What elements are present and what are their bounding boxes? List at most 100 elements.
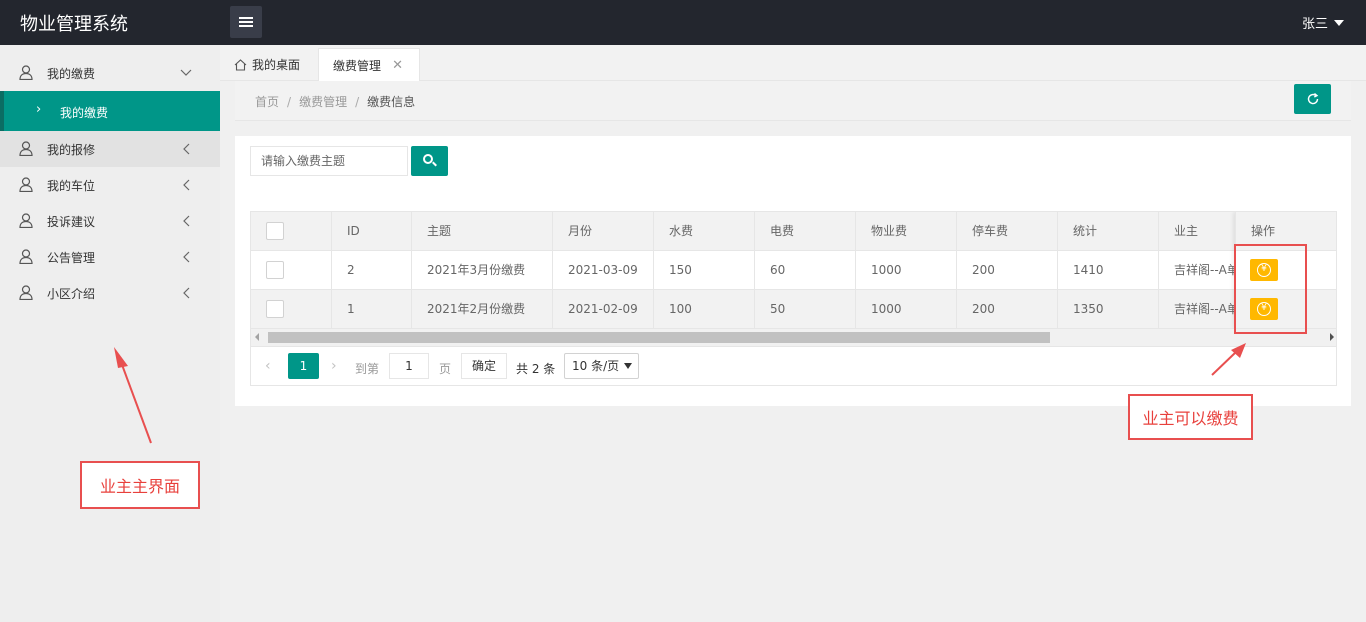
chevron-left-icon bbox=[183, 251, 190, 263]
scroll-left-icon[interactable] bbox=[255, 333, 259, 341]
column-header[interactable]: 水费 bbox=[654, 212, 755, 250]
cell-subject: 2021年2月份缴费 bbox=[412, 290, 553, 328]
current-page-button[interactable]: 1 bbox=[288, 353, 319, 379]
select-all-checkbox[interactable] bbox=[266, 222, 284, 240]
goto-page-input[interactable] bbox=[389, 353, 429, 379]
chevron-left-icon bbox=[183, 179, 190, 191]
breadcrumb-bar: 首页 / 缴费管理 / 缴费信息 bbox=[235, 81, 1351, 121]
chevron-left-icon bbox=[183, 287, 190, 299]
user-icon bbox=[19, 213, 33, 228]
confirm-button[interactable]: 确定 bbox=[461, 353, 507, 379]
table-header-row: ID 主题 月份 水费 电费 物业费 停车费 统计 业主 bbox=[251, 212, 1336, 251]
sidebar-item-repair[interactable]: 我的报修 bbox=[0, 131, 220, 167]
search-input[interactable] bbox=[250, 146, 408, 176]
user-icon bbox=[19, 177, 33, 192]
sidebar-subitem-my-payment[interactable]: › 我的缴费 bbox=[0, 91, 220, 131]
annotation-highlight-box bbox=[1234, 244, 1307, 334]
tab-bar: 我的桌面 缴费管理 ✕ bbox=[220, 45, 1366, 81]
annotation-can-pay: 业主可以缴费 bbox=[1128, 394, 1253, 440]
dropdown-arrow-icon bbox=[624, 363, 632, 369]
breadcrumb-item[interactable]: 缴费管理 bbox=[299, 95, 347, 109]
page-unit-label: 页 bbox=[439, 362, 452, 376]
column-header[interactable]: 月份 bbox=[553, 212, 654, 250]
sidebar-item-my-payment[interactable]: 我的缴费 bbox=[0, 55, 220, 91]
column-header[interactable]: 物业费 bbox=[856, 212, 957, 250]
user-menu[interactable]: 张三 bbox=[1302, 13, 1344, 32]
row-checkbox-cell bbox=[251, 290, 332, 328]
sidebar-item-label: 我的报修 bbox=[47, 142, 96, 157]
cell-id: 2 bbox=[332, 251, 412, 289]
scroll-right-icon[interactable] bbox=[1330, 333, 1334, 341]
table-row: 2 2021年3月份缴费 2021-03-09 150 60 1000 200 … bbox=[251, 251, 1336, 290]
sidebar-item-complaints[interactable]: 投诉建议 bbox=[0, 203, 220, 239]
page-size-value: 10 条/页 bbox=[572, 359, 620, 373]
cell-water: 100 bbox=[654, 290, 755, 328]
prev-page-button[interactable]: ‹ bbox=[265, 358, 271, 374]
page-size-select[interactable]: 10 条/页 bbox=[564, 353, 639, 379]
cell-property: 1000 bbox=[856, 290, 957, 328]
chevron-left-icon bbox=[183, 143, 190, 155]
cell-total: 1410 bbox=[1058, 251, 1159, 289]
sidebar-item-announcements[interactable]: 公告管理 bbox=[0, 239, 220, 275]
cell-month: 2021-02-09 bbox=[553, 290, 654, 328]
home-icon bbox=[234, 58, 247, 71]
content-card: ID 主题 月份 水费 电费 物业费 停车费 统计 业主 2 2021年3月份缴… bbox=[235, 136, 1351, 406]
app-title: 物业管理系统 bbox=[20, 14, 128, 35]
table-row: 1 2021年2月份缴费 2021-02-09 100 50 1000 200 … bbox=[251, 290, 1336, 329]
tab-home[interactable]: 我的桌面 bbox=[234, 48, 300, 81]
cell-property: 1000 bbox=[856, 251, 957, 289]
column-header[interactable]: 统计 bbox=[1058, 212, 1159, 250]
sidebar-item-label: 投诉建议 bbox=[47, 214, 96, 229]
hamburger-icon bbox=[239, 17, 253, 27]
header-checkbox-cell bbox=[251, 212, 332, 250]
user-icon bbox=[19, 141, 33, 156]
breadcrumb: 首页 / 缴费管理 / 缴费信息 bbox=[255, 93, 415, 110]
column-header[interactable]: ID bbox=[332, 212, 412, 250]
cell-month: 2021-03-09 bbox=[553, 251, 654, 289]
pagination: ‹ 1 › 到第 页 确定 共 2 条 10 条/页 bbox=[251, 346, 1336, 385]
cell-electric: 60 bbox=[755, 251, 856, 289]
cell-water: 150 bbox=[654, 251, 755, 289]
cell-parking: 200 bbox=[957, 251, 1058, 289]
refresh-button[interactable] bbox=[1294, 84, 1331, 114]
cell-total: 1350 bbox=[1058, 290, 1159, 328]
column-header[interactable]: 停车费 bbox=[957, 212, 1058, 250]
refresh-icon bbox=[1307, 92, 1318, 105]
tab-payment-management[interactable]: 缴费管理 ✕ bbox=[318, 48, 420, 81]
cell-electric: 50 bbox=[755, 290, 856, 328]
caret-down-icon bbox=[1334, 19, 1344, 26]
close-icon[interactable]: ✕ bbox=[392, 58, 403, 73]
sidebar-item-label: 公告管理 bbox=[47, 250, 96, 265]
user-icon bbox=[19, 249, 33, 264]
breadcrumb-current: 缴费信息 bbox=[367, 95, 416, 109]
search-button[interactable] bbox=[411, 146, 448, 176]
chevron-left-icon bbox=[183, 215, 190, 227]
breadcrumb-item[interactable]: 首页 bbox=[255, 95, 279, 109]
payment-table: ID 主题 月份 水费 电费 物业费 停车费 统计 业主 2 2021年3月份缴… bbox=[250, 211, 1337, 386]
cell-parking: 200 bbox=[957, 290, 1058, 328]
next-page-button[interactable]: › bbox=[331, 358, 337, 374]
sidebar-item-community[interactable]: 小区介绍 bbox=[0, 275, 220, 311]
row-checkbox[interactable] bbox=[266, 261, 284, 279]
user-name: 张三 bbox=[1301, 17, 1328, 32]
annotation-main-ui: 业主主界面 bbox=[80, 461, 200, 509]
goto-label: 到第 bbox=[355, 362, 380, 376]
menu-toggle-button[interactable] bbox=[230, 6, 262, 38]
sidebar-subitem-label: 我的缴费 bbox=[60, 106, 109, 120]
breadcrumb-separator: / bbox=[355, 95, 360, 109]
row-checkbox[interactable] bbox=[266, 300, 284, 318]
sidebar-item-label: 我的车位 bbox=[47, 178, 96, 193]
total-count: 共 2 条 bbox=[516, 362, 556, 376]
user-icon bbox=[19, 285, 33, 300]
scrollbar-thumb[interactable] bbox=[268, 332, 1050, 343]
chevron-right-icon: › bbox=[36, 102, 42, 117]
cell-id: 1 bbox=[332, 290, 412, 328]
sidebar-item-parking[interactable]: 我的车位 bbox=[0, 167, 220, 203]
sidebar: 我的缴费 › 我的缴费 我的报修 我的车位 投诉建议 公告管理 小区介绍 bbox=[0, 45, 220, 622]
column-header[interactable]: 主题 bbox=[412, 212, 553, 250]
column-header[interactable]: 电费 bbox=[755, 212, 856, 250]
breadcrumb-separator: / bbox=[287, 95, 292, 109]
sidebar-item-label: 我的缴费 bbox=[47, 66, 96, 81]
horizontal-scrollbar[interactable] bbox=[251, 329, 1336, 346]
row-checkbox-cell bbox=[251, 251, 332, 289]
